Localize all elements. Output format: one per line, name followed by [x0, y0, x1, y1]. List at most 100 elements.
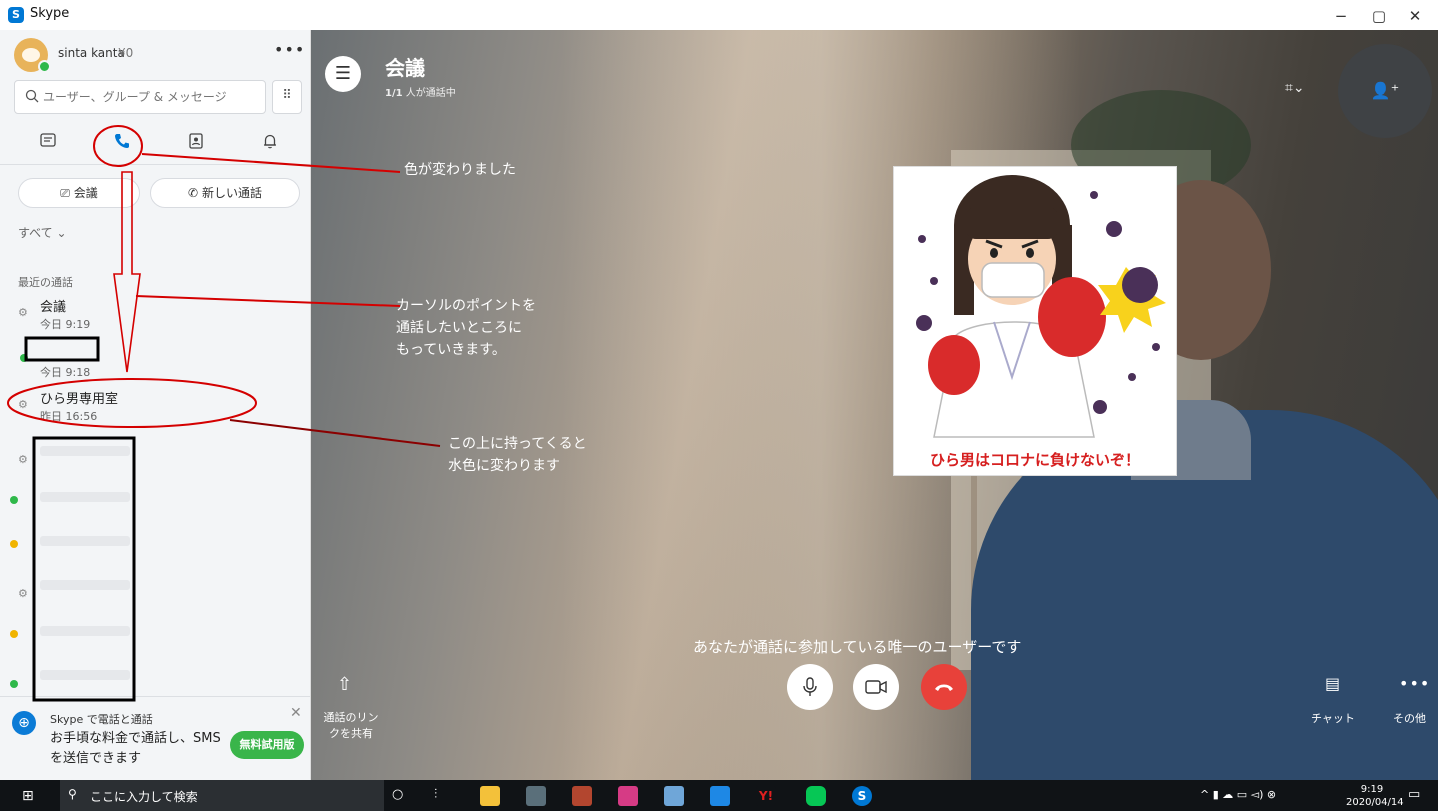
chat-icon	[40, 133, 56, 147]
share-icon[interactable]: ⇧	[337, 674, 352, 695]
list-item[interactable]	[40, 670, 130, 680]
layout-icon[interactable]: ⌗⌄	[1285, 80, 1305, 96]
annotation-cursor-line2: 通話したいところに	[396, 320, 522, 336]
share-link-label[interactable]: 通話のリンクを共有	[319, 710, 383, 742]
cortana-icon[interactable]: ○	[392, 787, 403, 802]
sticker-image: ひら男はコロナに負けないぞ！	[893, 166, 1177, 476]
presence-online-dot	[20, 354, 28, 362]
phone-icon	[115, 134, 129, 148]
sticker-caption: ひら男はコロナに負けないぞ！	[929, 451, 1140, 469]
search-box[interactable]	[14, 80, 266, 114]
free-trial-button[interactable]: 無料試用版	[230, 731, 304, 759]
recent-calls-heading: 最近の通話	[18, 276, 73, 289]
globe-icon: ⊕	[12, 711, 36, 735]
chat-icon[interactable]: ▤	[1325, 674, 1340, 693]
end-call-button[interactable]	[921, 664, 967, 710]
tray-icons[interactable]: ^ ▮ ☁ ▭ ◅) ⊗	[1200, 788, 1276, 801]
search-icon	[25, 89, 39, 103]
app-icon[interactable]	[618, 786, 638, 806]
group-icon: ⚙	[18, 306, 28, 319]
menu-button[interactable]: ☰	[325, 56, 361, 92]
avatar-face	[22, 48, 40, 62]
window-title: Skype	[30, 6, 70, 21]
new-call-button[interactable]: ✆ 新しい通話	[150, 178, 300, 208]
bell-icon	[264, 134, 276, 149]
taskbar: ⊞ ⚲ ここに入力して検索 ○ ⫶ Y! S ^ ▮ ☁ ▭ ◅) ⊗ 9:19…	[0, 780, 1438, 811]
group-icon: ⚙	[18, 398, 28, 411]
call-stage: ☰ 会議 1/1 人が通話中 ⌗⌄ 👤⁺ ひら男はコロナに負けないぞ！ あなたが…	[311, 30, 1438, 780]
call-status-message: あなたが通話に参加している唯一のユーザーです	[693, 638, 1022, 656]
mute-button[interactable]	[787, 664, 833, 710]
app-icon[interactable]	[572, 786, 592, 806]
line-icon[interactable]	[806, 786, 826, 806]
annotation-cursor-line1: カーソルのポイントを	[396, 298, 536, 314]
clock-date: 2020/04/14	[1346, 797, 1404, 808]
call-item-time: 今日 9:18	[40, 366, 91, 379]
more-label[interactable]: その他	[1393, 710, 1426, 726]
microphone-icon	[803, 677, 817, 696]
yahoo-icon[interactable]: Y!	[756, 786, 776, 806]
presence-online-dot	[38, 60, 51, 73]
close-icon[interactable]: ✕	[290, 705, 302, 721]
promo-title: Skype で電話と通話	[50, 713, 153, 726]
filter-dropdown[interactable]: すべて ⌄	[18, 224, 67, 241]
dialpad-button[interactable]: ⠿	[272, 80, 302, 114]
notification-center-icon[interactable]: ▭	[1408, 787, 1420, 802]
call-item-time: 昨日 16:56	[40, 410, 98, 423]
list-item[interactable]	[40, 492, 130, 502]
profile-balance[interactable]: ¥0	[118, 46, 133, 60]
sidebar: sinta kanta ¥0 ••• ⠿	[0, 30, 311, 781]
list-item[interactable]	[40, 536, 130, 546]
app-icon[interactable]	[710, 786, 730, 806]
doctor-boxing-illustration	[916, 175, 1166, 438]
taskbar-search-input[interactable]: ここに入力して検索	[90, 788, 198, 805]
windows-start-icon[interactable]: ⊞	[22, 788, 34, 804]
taskbar-clock[interactable]: 9:19 2020/04/14	[1346, 783, 1404, 809]
presence-online-dot	[10, 680, 18, 688]
call-item-name: 会議	[40, 300, 67, 315]
list-item[interactable]	[40, 580, 130, 590]
presence-online-dot	[10, 496, 18, 504]
list-item[interactable]	[40, 446, 130, 456]
tab-calls[interactable]	[104, 126, 140, 156]
file-explorer-icon[interactable]	[480, 786, 500, 806]
tab-contacts[interactable]	[178, 126, 214, 156]
meeting-button[interactable]: ⎚ 会議	[18, 178, 140, 208]
clock-time: 9:19	[1360, 784, 1384, 795]
app-icon[interactable]	[526, 786, 546, 806]
more-icon[interactable]: •••	[1399, 674, 1430, 693]
hamburger-icon: ☰	[334, 63, 352, 84]
call-item-time: 今日 9:19	[40, 318, 91, 331]
task-view-icon[interactable]: ⫶	[434, 787, 437, 802]
profile-more-button[interactable]: •••	[274, 40, 305, 59]
app-icon[interactable]	[664, 786, 684, 806]
chevron-down-icon: ⌄	[56, 226, 67, 240]
participant-count-label: 人が通話中	[405, 88, 456, 99]
search-icon: ⚲	[68, 787, 77, 801]
group-icon: ⚙	[18, 587, 28, 600]
video-meeting-icon: ⎚	[60, 186, 70, 200]
video-toggle-button[interactable]	[853, 664, 899, 710]
tab-chats[interactable]	[30, 126, 66, 156]
call-item-meeting[interactable]: ⚙ 会議 今日 9:19	[10, 296, 300, 342]
presence-away-dot	[10, 630, 18, 638]
chat-label[interactable]: チャット	[1311, 710, 1355, 726]
search-input[interactable]	[41, 89, 265, 105]
call-item-name: ひら男専用室	[40, 392, 119, 407]
annotation-cursor-line3: もっていきます。	[396, 342, 506, 358]
close-button[interactable]: ✕	[1392, 4, 1438, 28]
filter-label: すべて	[18, 226, 53, 240]
profile-name[interactable]: sinta kanta	[58, 46, 125, 60]
group-icon: ⚙	[18, 453, 28, 466]
call-participant-count: 1/1 人が通話中	[385, 84, 456, 99]
taskbar-search[interactable]: ⚲ ここに入力して検索	[60, 780, 384, 811]
tab-notifications[interactable]	[252, 126, 288, 156]
skype-taskbar-icon[interactable]: S	[852, 786, 872, 806]
nav-divider	[0, 164, 310, 165]
meeting-button-label: 会議	[73, 186, 98, 200]
dialpad-icon: ⠿	[282, 88, 292, 103]
list-item[interactable]	[40, 626, 130, 636]
call-item-redacted[interactable]: 今日 9:18	[10, 340, 300, 386]
call-item-hiraotoko-room[interactable]: ⚙ ひら男専用室 昨日 16:56	[10, 388, 300, 434]
add-participant-button[interactable]: 👤⁺	[1338, 44, 1432, 138]
